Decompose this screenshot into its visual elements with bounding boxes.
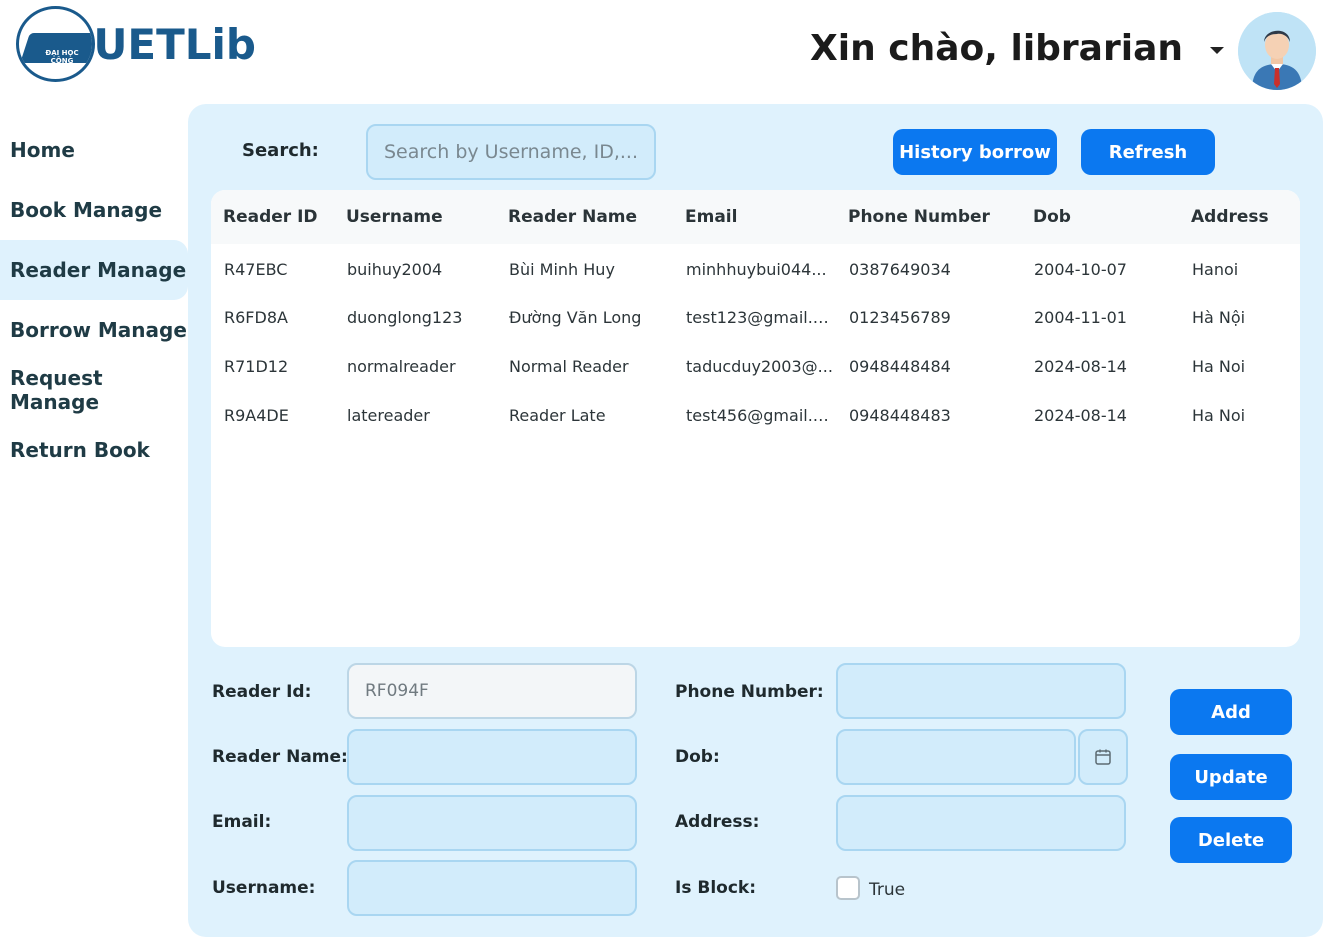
cell-email: minhhuybui044... [686,260,827,279]
date-picker-button[interactable] [1078,729,1128,785]
column-header-reader-id[interactable]: Reader ID [211,190,334,244]
table-row[interactable]: R9A4DE latereader Reader Late test456@gm… [211,391,1300,440]
sidebar-item-return-book[interactable]: Return Book [0,420,188,480]
dob-label: Dob: [675,747,720,767]
cell-phone-number: 0948448483 [849,406,951,425]
cell-email: taducduy2003@... [686,357,833,376]
column-header-username[interactable]: Username [334,190,496,244]
column-header-email[interactable]: Email [673,190,836,244]
sidebar-item-borrow-manage[interactable]: Borrow Manage [0,300,188,360]
cell-username: latereader [347,406,430,425]
cell-reader-name: Bùi Minh Huy [509,260,615,279]
phone-number-label: Phone Number: [675,682,824,702]
table-header-row: Reader ID Username Reader Name Email Pho… [211,190,1300,244]
cell-username: duonglong123 [347,308,463,327]
cell-phone-number: 0123456789 [849,308,951,327]
cell-email: test456@gmail.c... [686,406,836,425]
university-seal-icon: ĐẠI HỌC CÔNG NGHỆ [16,6,96,82]
cell-phone-number: 0387649034 [849,260,951,279]
cell-phone-number: 0948448484 [849,357,951,376]
sidebar-item-book-manage[interactable]: Book Manage [0,180,188,240]
column-header-dob[interactable]: Dob [1021,190,1179,244]
greeting-text: Xin chào, librarian [810,28,1183,69]
reader-name-field[interactable] [347,729,637,785]
column-header-phone-number[interactable]: Phone Number [836,190,1021,244]
phone-number-field[interactable] [836,663,1126,719]
table-row[interactable]: R71D12 normalreader Normal Reader taducd… [211,342,1300,391]
cell-reader-id: R71D12 [224,357,289,376]
cell-reader-id: R9A4DE [224,406,289,425]
cell-address: Ha Noi [1192,357,1246,376]
sidebar-item-reader-manage[interactable]: Reader Manage [0,240,188,300]
cell-reader-name: Đường Văn Long [509,308,642,327]
is-block-label: Is Block: [675,878,757,898]
reader-manage-panel: Search: History borrow Refresh Reader ID… [188,104,1323,937]
reader-name-label: Reader Name: [212,747,348,767]
user-avatar-icon [1238,12,1316,90]
cell-dob: 2024-08-14 [1034,357,1127,376]
app-name: UETLib [93,19,256,69]
is-block-option-label: True [869,880,906,900]
readers-table[interactable]: Reader ID Username Reader Name Email Pho… [211,190,1300,647]
history-borrow-button[interactable]: History borrow [893,129,1057,175]
address-field[interactable] [836,795,1126,851]
user-menu-caret-icon[interactable] [1210,47,1224,54]
username-field[interactable] [347,860,637,916]
cell-username: buihuy2004 [347,260,443,279]
reader-id-label: Reader Id: [212,682,312,702]
cell-address: Ha Noi [1192,406,1246,425]
app-logo: ĐẠI HỌC CÔNG NGHỆ UETLib [16,4,256,84]
table-row[interactable]: R6FD8A duonglong123 Đường Văn Long test1… [211,293,1300,342]
cell-reader-id: R47EBC [224,260,288,279]
username-label: Username: [212,878,316,898]
delete-button[interactable]: Delete [1170,817,1292,863]
column-header-address[interactable]: Address [1179,190,1300,244]
search-input[interactable] [366,124,656,180]
cell-dob: 2004-11-01 [1034,308,1127,327]
user-avatar[interactable] [1238,12,1316,90]
cell-reader-name: Normal Reader [509,357,629,376]
email-label: Email: [212,812,272,832]
update-button[interactable]: Update [1170,754,1292,800]
sidebar-item-home[interactable]: Home [0,120,188,180]
cell-reader-id: R6FD8A [224,308,288,327]
address-label: Address: [675,812,760,832]
cell-username: normalreader [347,357,456,376]
cell-reader-name: Reader Late [509,406,606,425]
dob-field[interactable] [836,729,1076,785]
refresh-button[interactable]: Refresh [1081,129,1215,175]
cell-address: Hà Nội [1192,308,1246,327]
cell-address: Hanoi [1192,260,1239,279]
column-header-reader-name[interactable]: Reader Name [496,190,673,244]
sidebar: Home Book Manage Reader Manage Borrow Ma… [0,120,188,480]
table-row[interactable]: R47EBC buihuy2004 Bùi Minh Huy minhhuybu… [211,244,1300,293]
add-button[interactable]: Add [1170,689,1292,735]
email-field[interactable] [347,795,637,851]
sidebar-item-request-manage[interactable]: Request Manage [0,360,188,420]
search-label: Search: [242,140,319,161]
is-block-checkbox[interactable] [836,876,860,900]
reader-id-field[interactable] [347,663,637,719]
cell-email: test123@gmail.c... [686,308,836,327]
cell-dob: 2024-08-14 [1034,406,1127,425]
cell-dob: 2004-10-07 [1034,260,1127,279]
calendar-icon [1095,749,1111,765]
